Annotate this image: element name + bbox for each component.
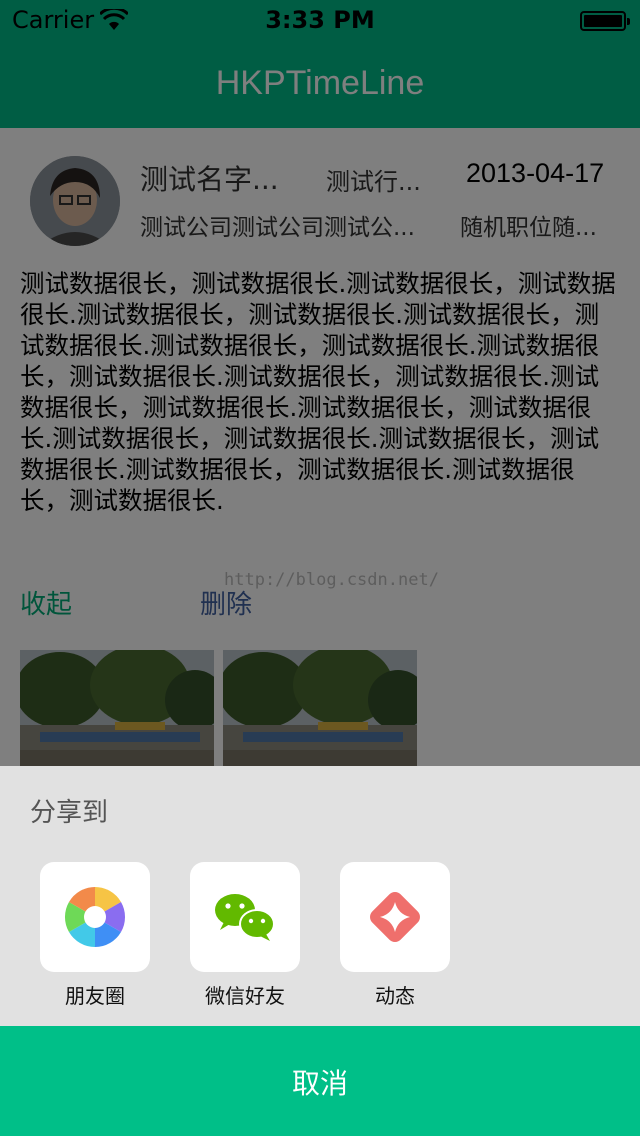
cancel-label: 取消: [291, 1067, 348, 1100]
moments-icon: [64, 887, 126, 947]
share-wechat-button[interactable]: 微信好友: [170, 862, 320, 1012]
share-item-label: 动态: [375, 984, 415, 1008]
modal-dim-overlay[interactable]: [0, 0, 640, 768]
wechat-icon: [215, 894, 275, 941]
share-tile: [340, 862, 450, 972]
share-item-label: 朋友圈: [65, 984, 125, 1008]
share-tile: [190, 862, 300, 972]
share-sheet-title: 分享到: [30, 798, 109, 828]
share-tile: [40, 862, 150, 972]
share-moments-button[interactable]: 朋友圈: [20, 862, 170, 1012]
cancel-button[interactable]: 取消: [0, 1026, 640, 1136]
share-feed-button[interactable]: 动态: [320, 862, 470, 1012]
feed-icon: [370, 892, 420, 942]
share-item-label: 微信好友: [205, 984, 285, 1008]
share-sheet: 分享到 朋友圈 微信好友 动态: [0, 766, 640, 1026]
